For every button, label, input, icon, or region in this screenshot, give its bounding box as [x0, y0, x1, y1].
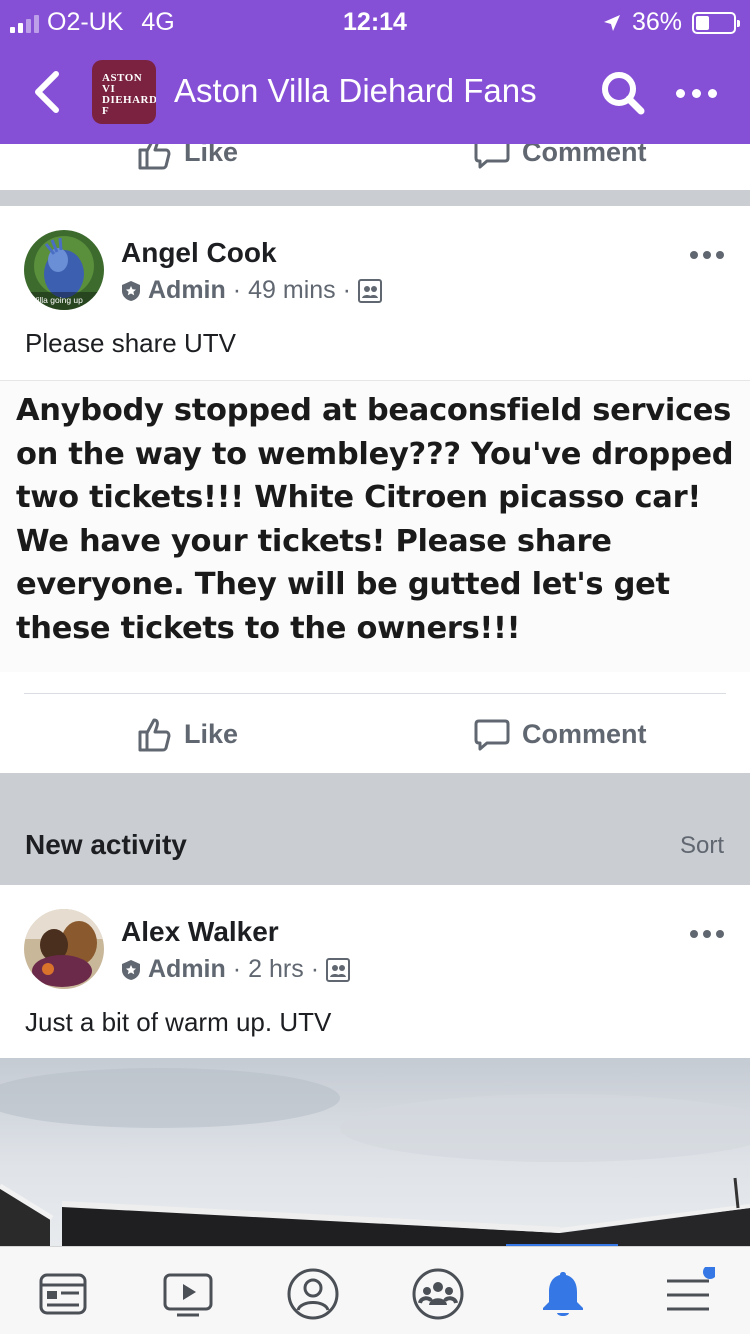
top-navigation-bar: O2-UK 4G 12:14 36% ASTON VI DIEHARD F As… [0, 0, 750, 144]
back-chevron-icon[interactable] [30, 70, 66, 114]
feed-separator [0, 190, 750, 206]
comment-button[interactable]: Comment [474, 694, 647, 774]
group-thumb-line-1: ASTON VI [102, 72, 143, 95]
previous-like-label: Like [184, 144, 239, 167]
post-photo[interactable] [0, 1058, 750, 1248]
shared-text-image[interactable]: Anybody stopped at beaconsfield services… [0, 380, 750, 672]
comment-bubble-icon [474, 719, 510, 751]
stadium-photo-graphic [0, 1068, 750, 1248]
comment-bubble-icon [474, 144, 510, 169]
previous-like-button[interactable]: Like [136, 144, 238, 170]
author-name[interactable]: Alex Walker [121, 916, 279, 948]
post-meta: Admin · 2 hrs · [121, 955, 351, 984]
status-bar: O2-UK 4G 12:14 36% [0, 0, 750, 44]
group-thumb-line-2: DIEHARD F [102, 94, 156, 117]
group-thumbnail[interactable]: ASTON VI DIEHARD F [92, 60, 156, 124]
menu-hamburger-icon[interactable] [661, 1267, 715, 1321]
author-role: Admin [148, 276, 226, 304]
meta-dot: · [310, 955, 320, 983]
search-icon[interactable] [600, 70, 646, 116]
admin-badge-icon [122, 280, 140, 301]
battery-percent: 36% [631, 8, 682, 36]
avatar-caption: Villa going up [32, 295, 83, 305]
menu-badge-dot [703, 1267, 715, 1279]
location-arrow-icon [603, 14, 620, 31]
battery-icon [692, 11, 740, 34]
new-activity-header: New activity Sort [0, 773, 750, 885]
post-card: Alex Walker Admin · 2 hrs · Just a bit o… [0, 885, 750, 1058]
admin-badge-icon [122, 959, 140, 980]
bottom-tab-bar [0, 1246, 750, 1334]
comment-label: Comment [522, 718, 647, 749]
notifications-bell-icon[interactable] [536, 1267, 590, 1321]
groups-icon[interactable] [411, 1267, 465, 1321]
post-options-icon[interactable] [690, 251, 726, 263]
previous-post-actions: Like Comment [0, 144, 750, 190]
author-name[interactable]: Angel Cook [121, 237, 277, 269]
author-avatar[interactable] [24, 909, 104, 989]
watch-video-icon[interactable] [161, 1267, 215, 1321]
group-title[interactable]: Aston Villa Diehard Fans [174, 72, 537, 110]
new-activity-label: New activity [25, 829, 187, 860]
thumbs-up-icon [138, 144, 171, 170]
sort-button[interactable]: Sort [680, 832, 724, 860]
like-label: Like [184, 718, 239, 749]
previous-comment-label: Comment [522, 144, 647, 167]
post-actions: Like Comment [0, 694, 750, 774]
author-role: Admin [148, 955, 226, 983]
shared-image-text: Anybody stopped at beaconsfield services… [16, 393, 734, 646]
news-feed-icon[interactable] [36, 1267, 90, 1321]
profile-icon[interactable] [286, 1267, 340, 1321]
post-text: Please share UTV [25, 328, 236, 358]
post-card: Villa going up Angel Cook Admin · 49 min… [0, 206, 750, 773]
post-time[interactable]: 49 mins [248, 276, 336, 305]
group-members-privacy-icon [357, 278, 382, 303]
group-members-privacy-icon [326, 957, 351, 982]
like-button[interactable]: Like [136, 694, 238, 774]
more-options-icon[interactable] [676, 78, 726, 108]
meta-dot: · [342, 276, 351, 304]
post-options-icon[interactable] [690, 930, 726, 942]
meta-dot: · [232, 955, 242, 983]
post-time[interactable]: 2 hrs [248, 955, 304, 984]
post-text: Just a bit of warm up. UTV [25, 1007, 332, 1037]
meta-dot: · [232, 276, 242, 304]
thumbs-up-icon [138, 718, 171, 752]
author-avatar[interactable]: Villa going up [24, 230, 104, 310]
post-meta: Admin · 49 mins · [121, 276, 382, 305]
previous-comment-button[interactable]: Comment [474, 144, 647, 170]
